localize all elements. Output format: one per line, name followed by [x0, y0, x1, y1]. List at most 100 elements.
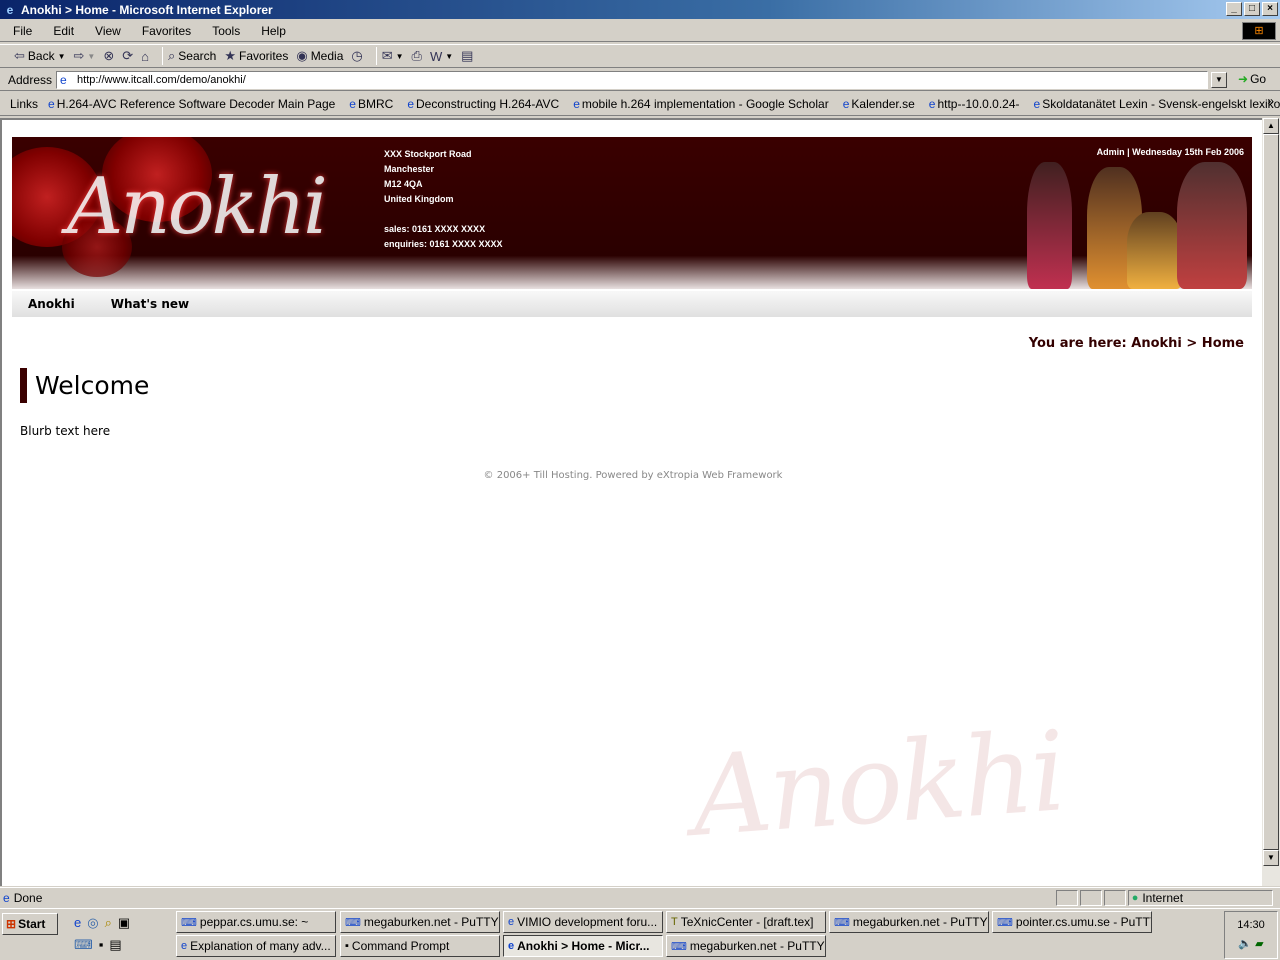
refresh-button[interactable]: ⟳	[122, 48, 133, 64]
chevron-down-icon[interactable]: ▼	[445, 52, 453, 61]
link-item[interactable]: e Skoldatanätet Lexin - Svensk-engelskt l…	[1034, 97, 1280, 111]
chevron-down-icon[interactable]: ▼	[58, 52, 66, 61]
toolbar-separator	[375, 47, 377, 65]
scroll-up-icon[interactable]: ▲	[1263, 118, 1279, 134]
menu-edit[interactable]: Edit	[50, 23, 77, 39]
address-input[interactable]: e http://www.itcall.com/demo/anokhi/	[56, 70, 1209, 89]
page-icon: e	[48, 96, 55, 111]
media-icon: ◉	[296, 48, 308, 63]
nav-anokhi[interactable]: Anokhi	[28, 297, 75, 311]
refresh-icon: ⟳	[122, 48, 134, 63]
notepad-icon[interactable]: ▤	[109, 937, 121, 953]
menu-bar: File Edit View Favorites Tools Help ⊞	[0, 20, 1280, 42]
forward-button[interactable]: ⇨ ▼	[74, 48, 96, 64]
chevron-down-icon[interactable]: ▼	[396, 52, 404, 61]
edit-word-button[interactable]: W ▼	[430, 49, 453, 64]
site-nav: Anokhi What's new	[12, 291, 1252, 317]
address-dropdown-button[interactable]: ▼	[1211, 72, 1227, 88]
maximize-button[interactable]: □	[1244, 2, 1260, 16]
media-icon[interactable]: ▣	[118, 915, 130, 931]
ie-icon[interactable]: e	[74, 915, 81, 931]
history-button[interactable]: ◷	[351, 48, 362, 64]
breadcrumb: You are here: Anokhi > Home	[1028, 336, 1244, 351]
minimize-button[interactable]: _	[1226, 2, 1242, 16]
task-button[interactable]: e Explanation of many adv...	[176, 935, 336, 957]
menu-tools[interactable]: Tools	[209, 23, 243, 39]
watermark-logo: Anokhi	[687, 707, 1068, 861]
go-button[interactable]: ➜ Go	[1238, 72, 1266, 86]
link-item[interactable]: e Kalender.se	[843, 97, 915, 111]
contact-block: XXX Stockport Road Manchester M12 4QA Un…	[384, 147, 503, 252]
title-bar: e Anokhi > Home - Microsoft Internet Exp…	[0, 0, 1280, 19]
status-cell	[1079, 889, 1102, 906]
standard-toolbar: ⇦ Back ▼ ⇨ ▼ ⊗ ⟳ ⌂ ⌕ Search ★ Favorites ◉ Medi…	[0, 44, 1280, 68]
link-item[interactable]: e mobile h.264 implementation - Google Sc…	[573, 97, 829, 111]
task-button[interactable]: ⌨ megaburken.net - PuTTY	[666, 935, 826, 957]
home-button[interactable]: ⌂	[141, 49, 149, 64]
window-title: Anokhi > Home - Microsoft Internet Explo…	[21, 2, 273, 17]
status-bar: e Done ● Internet	[0, 887, 1280, 907]
command-prompt-icon: ▪	[345, 940, 349, 952]
menu-help[interactable]: Help	[258, 23, 289, 39]
scroll-thumb[interactable]	[1263, 134, 1279, 850]
search-button[interactable]: ⌕ Search	[168, 48, 216, 64]
chevron-down-icon[interactable]: ▼	[87, 52, 95, 61]
putty-icon: ⌨	[181, 916, 197, 929]
volume-icon[interactable]: 🔈	[1238, 938, 1252, 950]
start-button[interactable]: ⊞ Start	[2, 913, 58, 935]
network-icon[interactable]: ▰	[1255, 938, 1263, 950]
task-button[interactable]: T TeXnicCenter - [draft.tex]	[666, 911, 826, 933]
menu-view[interactable]: View	[92, 23, 124, 39]
link-item[interactable]: e H.264-AVC Reference Software Decoder Ma…	[48, 97, 335, 111]
putty-icon[interactable]: ⌨	[74, 937, 93, 953]
nav-whats-new[interactable]: What's new	[111, 297, 189, 311]
document-icon: ▤	[461, 48, 474, 63]
stop-icon: ⊗	[103, 48, 115, 63]
vertical-scrollbar[interactable]: ▲ ▼	[1262, 118, 1280, 886]
print-button[interactable]: ⎙	[412, 48, 422, 64]
task-button[interactable]: ⌨ peppar.cs.umu.se: ~	[176, 911, 336, 933]
putty-icon: ⌨	[671, 940, 687, 953]
status-cell	[1055, 889, 1078, 906]
task-button[interactable]: ⌨ pointer.cs.umu.se - PuTTY	[992, 911, 1152, 933]
mail-button[interactable]: ✉ ▼	[382, 48, 404, 64]
page-title: Welcome	[20, 368, 149, 403]
models-photo	[1017, 142, 1252, 289]
task-button[interactable]: ⌨ megaburken.net - PuTTY	[829, 911, 989, 933]
link-item[interactable]: e http--10.0.0.24-	[929, 97, 1020, 111]
page-footer: © 2006+ Till Hosting. Powered by eXtropi…	[483, 470, 783, 481]
address-url: http://www.itcall.com/demo/anokhi/	[77, 73, 246, 86]
print-icon: ⎙	[411, 48, 422, 63]
links-overflow-chevron-icon[interactable]: »	[1267, 94, 1274, 108]
discuss-button[interactable]: ▤	[461, 48, 473, 64]
putty-icon: ⌨	[345, 916, 361, 929]
ie-icon: e	[508, 940, 515, 952]
task-button[interactable]: ⌨ megaburken.net - PuTTY	[340, 911, 500, 933]
favorites-icon: ★	[224, 48, 236, 63]
favorites-button[interactable]: ★ Favorites	[224, 48, 288, 64]
clock[interactable]: 14:30	[1225, 919, 1277, 931]
links-bar: Links e H.264-AVC Reference Software Deco…	[0, 92, 1280, 116]
link-item[interactable]: e BMRC	[349, 97, 393, 111]
command-prompt-icon[interactable]: ▪	[99, 937, 104, 953]
stop-button[interactable]: ⊗	[103, 48, 114, 64]
outlook-icon[interactable]: ◎	[87, 915, 98, 931]
link-item[interactable]: e Deconstructing H.264-AVC	[407, 97, 559, 111]
scroll-down-icon[interactable]: ▼	[1263, 850, 1279, 866]
page-icon: e	[928, 96, 936, 111]
task-button-active[interactable]: e Anokhi > Home - Micr...	[503, 935, 663, 957]
taskbar: ⊞ Start e ◎ ⌕ ▣ ⌨ ▪ ▤ ⌨ peppar.cs.umu.se: …	[0, 908, 1280, 960]
quick-launch: ⌨ ▪ ▤	[74, 937, 122, 953]
history-icon: ◷	[351, 48, 363, 63]
task-button[interactable]: ▪ Command Prompt	[340, 935, 500, 957]
media-button[interactable]: ◉ Media	[296, 48, 343, 64]
anokhi-logo: Anokhi	[12, 137, 372, 289]
menu-file[interactable]: File	[10, 23, 35, 39]
menu-favorites[interactable]: Favorites	[139, 23, 194, 39]
search-icon[interactable]: ⌕	[105, 915, 112, 931]
status-text: Done	[13, 890, 43, 905]
back-button[interactable]: ⇦ Back ▼	[14, 48, 66, 64]
toolbar-separator	[162, 47, 164, 65]
close-button[interactable]: ×	[1262, 2, 1278, 16]
task-button[interactable]: e VIMIO development foru...	[503, 911, 663, 933]
